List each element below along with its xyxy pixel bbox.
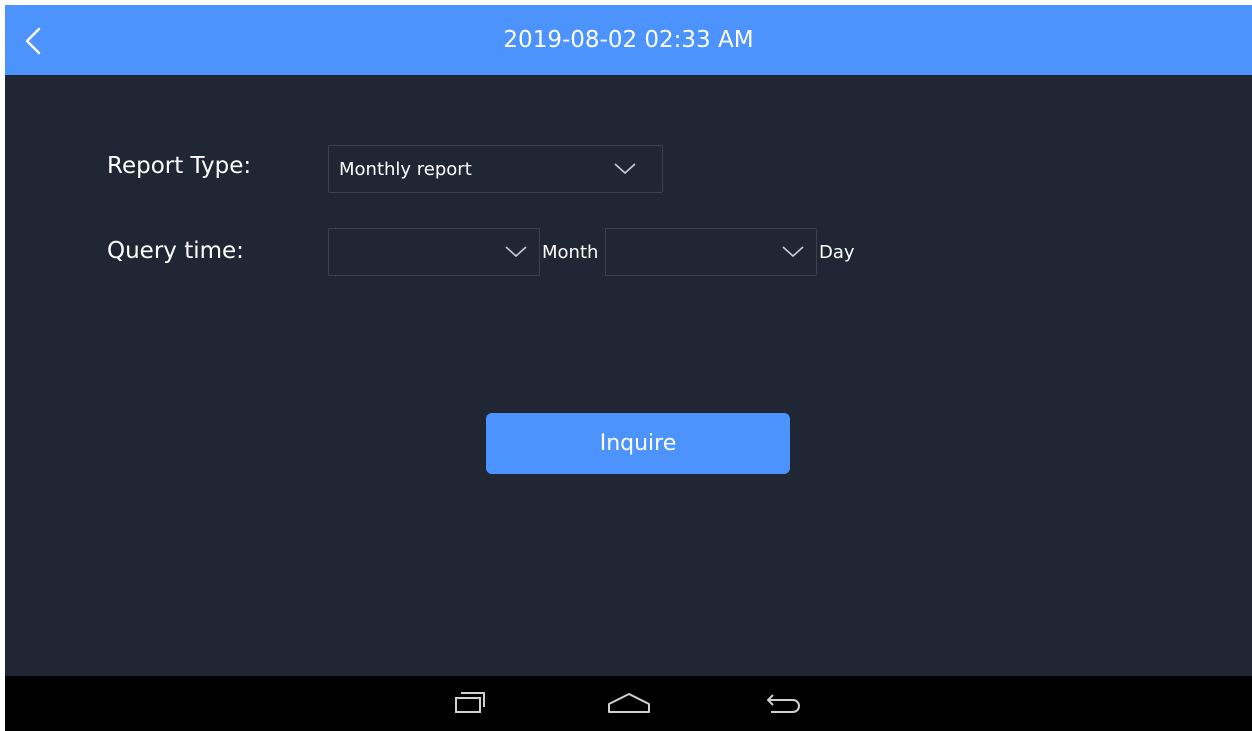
report-type-label: Report Type: bbox=[107, 153, 252, 179]
chevron-down-icon bbox=[782, 246, 804, 258]
home-button[interactable] bbox=[605, 690, 653, 718]
page-title: 2019-08-02 02:33 AM bbox=[503, 27, 754, 53]
home-icon bbox=[605, 690, 653, 716]
day-select[interactable] bbox=[605, 228, 817, 276]
system-navigation-bar bbox=[5, 676, 1252, 731]
chevron-down-icon bbox=[614, 163, 636, 175]
query-time-label: Query time: bbox=[107, 238, 244, 264]
header-bar: 2019-08-02 02:33 AM bbox=[5, 5, 1252, 75]
recent-apps-button[interactable] bbox=[446, 690, 494, 718]
report-type-select[interactable]: Monthly report bbox=[328, 145, 663, 193]
report-type-value: Monthly report bbox=[339, 158, 472, 180]
chevron-down-icon bbox=[505, 246, 527, 258]
day-unit-label: Day bbox=[819, 242, 855, 263]
month-unit-label: Month bbox=[542, 242, 599, 263]
recent-apps-icon bbox=[446, 690, 494, 716]
back-arrow-icon bbox=[759, 690, 807, 716]
inquire-button[interactable]: Inquire bbox=[486, 413, 790, 474]
system-back-button[interactable] bbox=[759, 690, 807, 718]
month-select[interactable] bbox=[328, 228, 540, 276]
report-query-screen: 2019-08-02 02:33 AM Report Type: Monthly… bbox=[5, 5, 1252, 731]
